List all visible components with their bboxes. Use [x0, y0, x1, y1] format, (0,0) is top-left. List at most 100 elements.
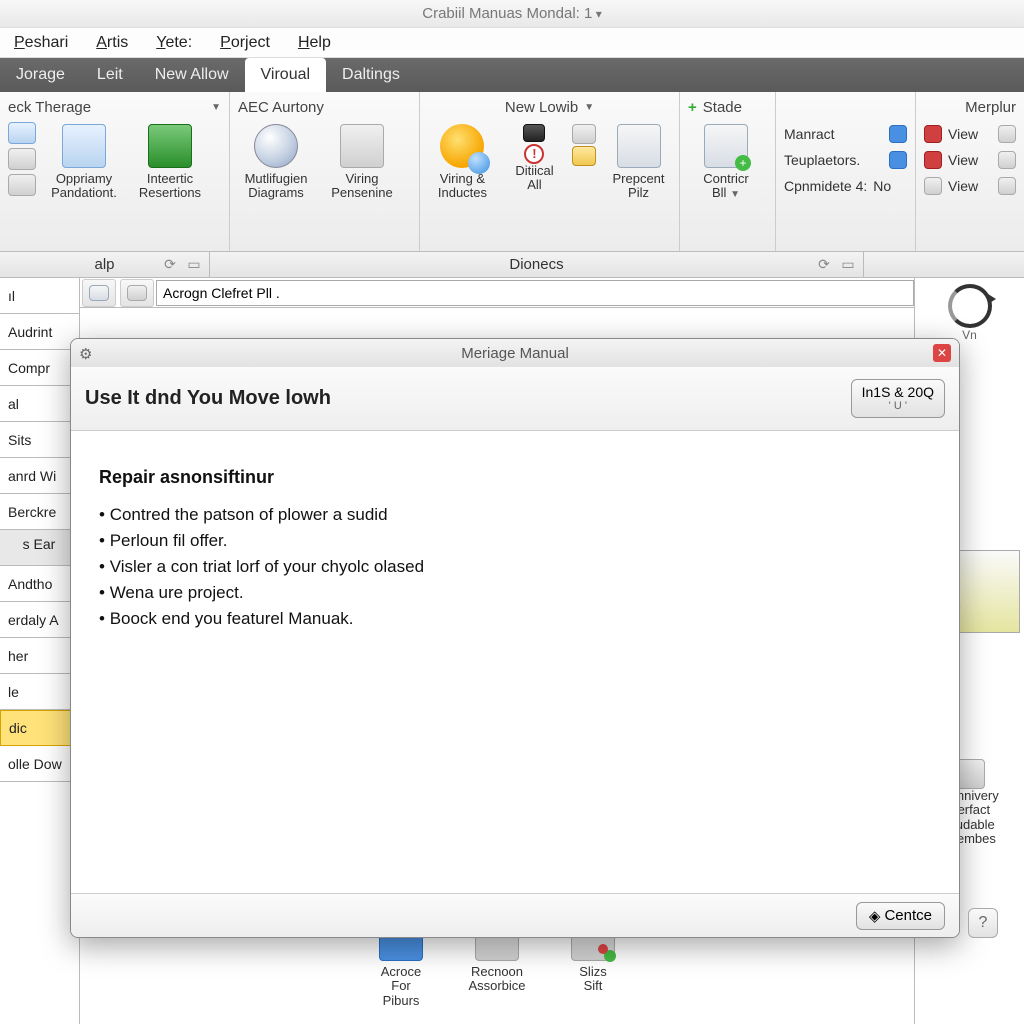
bullet-item: Wena ure project.: [99, 580, 931, 606]
window-title: Crabiil Manuas Mondal: 1: [422, 5, 592, 22]
form-icon[interactable]: [8, 148, 36, 170]
title-dropdown-icon[interactable]: ▾: [592, 7, 601, 21]
list-item[interactable]: anrd Wi: [0, 458, 79, 494]
help-round-button[interactable]: ?: [968, 908, 998, 938]
oppriamy-button[interactable]: Oppriamy Pandationt.: [46, 118, 122, 201]
arrow-icon: [889, 151, 907, 169]
close-panel-icon[interactable]: ▭: [185, 256, 203, 274]
diagrams-button[interactable]: Mutlifugien Diagrams: [238, 118, 314, 201]
list-item[interactable]: dic: [0, 710, 79, 746]
menu-item[interactable]: Porject: [220, 34, 270, 52]
nav-fwd-button[interactable]: [120, 279, 154, 307]
viring-button[interactable]: Viring Pensenine: [324, 118, 400, 201]
panel-header-bar: alp⟳▭ Dionecs⟳▭: [0, 252, 1024, 278]
refresh-icon[interactable]: ⟳: [161, 256, 179, 274]
window-add-icon: +: [704, 124, 748, 168]
viring-inductes-button[interactable]: Viring & Inductes: [428, 118, 497, 201]
weather-icon: [440, 124, 484, 168]
prepcent-button[interactable]: Prepcent Pilz: [606, 118, 671, 201]
nav-back-button[interactable]: [82, 279, 116, 307]
contricr-button[interactable]: + Contricr Bll ▼: [688, 118, 764, 201]
docs-stack-icon: [62, 124, 106, 168]
sheet-icon: [998, 151, 1016, 169]
templaetors-row[interactable]: Teuplaetors.: [784, 148, 907, 172]
tab-daltings[interactable]: Daltings: [326, 58, 416, 92]
list-item[interactable]: olle Dow: [0, 746, 79, 782]
bullet-item: Contred the patson of plower a sudid: [99, 502, 931, 528]
globe-icon: [254, 124, 298, 168]
list-item[interactable]: s Ear: [0, 530, 79, 566]
list-item[interactable]: al: [0, 386, 79, 422]
list-item[interactable]: Sits: [0, 422, 79, 458]
left-list: ılAudrintCompral Sitsanrd WiBerckres Ear…: [0, 278, 80, 1024]
centce-button[interactable]: ◈Centce: [856, 902, 945, 930]
window-icon: [617, 124, 661, 168]
sheet-icon: [998, 177, 1016, 195]
doc-icon[interactable]: [8, 122, 36, 144]
close-panel-icon[interactable]: ▭: [839, 256, 857, 274]
alert-icon: !: [524, 144, 544, 164]
group-title: AEC Aurtony: [238, 99, 324, 116]
view-row[interactable]: View: [924, 122, 1016, 146]
menu-item[interactable]: Help: [298, 34, 331, 52]
list-item[interactable]: Berckre: [0, 494, 79, 530]
tab-leit[interactable]: Leit: [81, 58, 139, 92]
window-titlebar: Crabiil Manuas Mondal: 1 ▾: [0, 0, 1024, 28]
dialog-body: Repair asnonsiftinur Contred the patson …: [71, 431, 959, 893]
panel-left: alp⟳▭: [0, 252, 210, 277]
menubar: Peshari Artis Yete: Porject Help: [0, 28, 1024, 58]
dropdown-icon[interactable]: ▼: [211, 102, 221, 113]
bullet-list: Contred the patson of plower a sudidPerl…: [99, 502, 931, 632]
dialog-titlebar: ⚙ Meriage Manual ✕: [71, 339, 959, 367]
view-row[interactable]: View: [924, 174, 1016, 198]
address-input[interactable]: [156, 280, 914, 306]
tab-viroual[interactable]: Viroual: [245, 58, 327, 92]
form-icon: [340, 124, 384, 168]
manract-row[interactable]: Manract: [784, 122, 907, 146]
refresh-large-icon[interactable]: [948, 284, 992, 328]
tab-new-allow[interactable]: New Allow: [139, 58, 245, 92]
form-icon[interactable]: [8, 174, 36, 196]
square-icon: [924, 125, 942, 143]
dropdown-icon[interactable]: ▼: [584, 102, 594, 113]
list-item[interactable]: Compr: [0, 350, 79, 386]
list-item[interactable]: le: [0, 674, 79, 710]
list-item[interactable]: Andtho: [0, 566, 79, 602]
gear-icon[interactable]: ⚙: [79, 345, 95, 361]
ditiical-button[interactable]: ! Ditiical All: [507, 118, 562, 193]
close-icon[interactable]: ✕: [933, 344, 951, 362]
bullet-item: Visler a con triat lorf of your chyolc o…: [99, 554, 931, 580]
arrow-icon: [889, 125, 907, 143]
ribbon: eck Therage▼ Oppriamy Pandationt. Inteer…: [0, 92, 1024, 252]
menu-item[interactable]: Artis: [96, 34, 128, 52]
inteertic-button[interactable]: Inteertic Resertions: [132, 118, 208, 201]
in15-button[interactable]: In1S & 20Q ' U ': [851, 379, 945, 419]
group-title: New Lowib: [505, 99, 578, 116]
address-bar: [80, 278, 914, 308]
dialog-heading: Use It dnd You Move lowh: [85, 387, 851, 410]
list-item[interactable]: erdaly A: [0, 602, 79, 638]
bullet-item: Perloun fil offer.: [99, 528, 931, 554]
dialog-header: Use It dnd You Move lowh In1S & 20Q ' U …: [71, 367, 959, 431]
folder-icon[interactable]: [572, 146, 596, 166]
panel-right: [864, 252, 1024, 277]
list-item[interactable]: her: [0, 638, 79, 674]
menu-item[interactable]: Yete:: [156, 34, 192, 52]
page-icon[interactable]: [572, 124, 596, 144]
menu-item[interactable]: Peshari: [14, 34, 68, 52]
view-row[interactable]: View: [924, 148, 1016, 172]
books-icon: [148, 124, 192, 168]
manual-dialog: ⚙ Meriage Manual ✕ Use It dnd You Move l…: [70, 338, 960, 938]
panel-center: Dionecs⟳▭: [210, 252, 864, 277]
sheet-icon: [924, 177, 942, 195]
section-heading: Repair asnonsiftinur: [99, 467, 931, 488]
list-item[interactable]: ıl: [0, 278, 79, 314]
tab-jorage[interactable]: Jorage: [0, 58, 81, 92]
group-title: Merplur: [965, 99, 1016, 116]
refresh-icon[interactable]: ⟳: [815, 256, 833, 274]
plus-icon: +: [688, 99, 697, 116]
camera-icon: [523, 124, 545, 142]
dialog-title: Meriage Manual: [461, 345, 569, 362]
list-item[interactable]: Audrint: [0, 314, 79, 350]
cpnmidete-row[interactable]: Cpnmidete 4: No: [784, 174, 907, 198]
